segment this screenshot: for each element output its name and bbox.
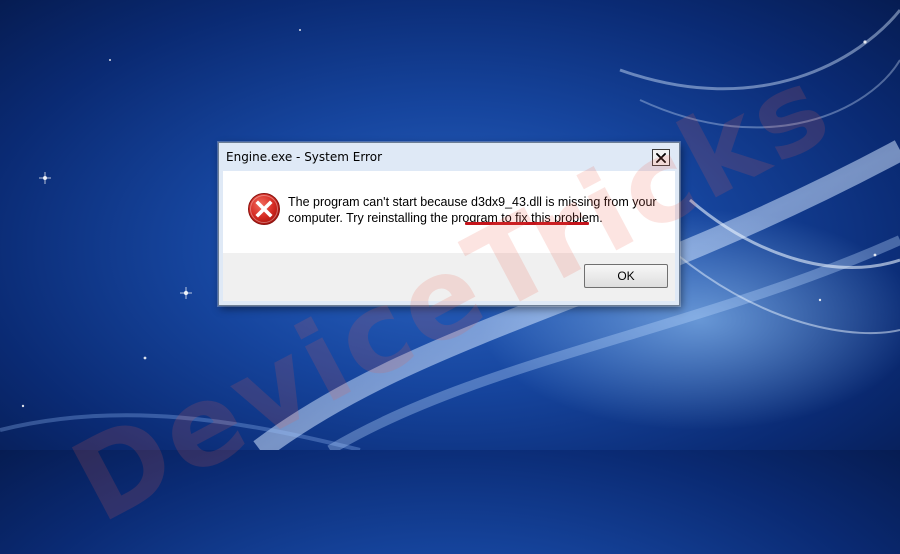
close-button[interactable] [652,149,670,166]
close-icon [656,152,666,163]
missing-dll-highlight: d3dx9_43.dll is missing [471,195,601,209]
highlight-underline [465,222,589,225]
dialog-content: The program can't start because d3dx9_43… [223,171,675,253]
message-text-start: The program can't start because [288,195,472,209]
dialog-footer: OK [223,253,675,301]
ok-button[interactable]: OK [584,264,668,288]
error-icon [248,193,280,225]
system-error-dialog: Engine.exe - System Error The program ca… [218,142,680,306]
dialog-title: Engine.exe - System Error [226,150,382,164]
dialog-titlebar[interactable]: Engine.exe - System Error [219,143,679,171]
